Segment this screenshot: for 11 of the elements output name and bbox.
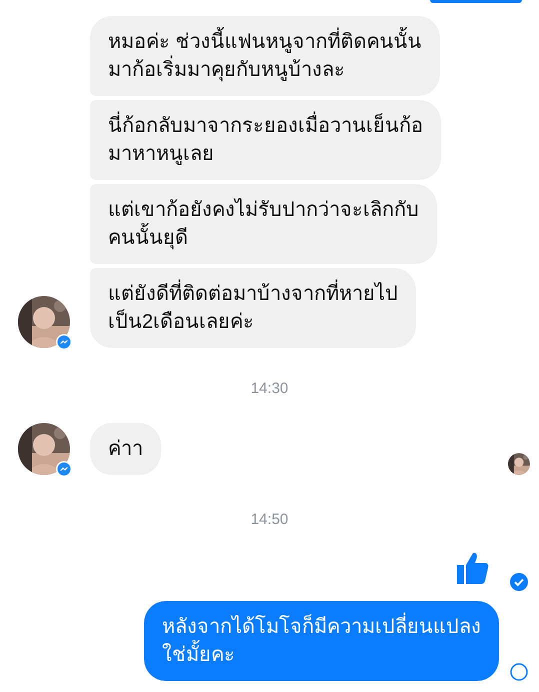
timestamp: 14:30 bbox=[250, 379, 288, 399]
message-bubble: หมอค่ะ ช่วงนี้แฟนหนูจากที่ติดคนนั้น มาก้อเริ่มมาคุยกับหนูบ้างละ bbox=[90, 16, 440, 96]
message-bubble: นี่ก้อกลับมาจากระยองเมื่อวานเย็นก้อ มาหาหนูเลย bbox=[90, 100, 441, 180]
messenger-badge-icon bbox=[56, 334, 72, 350]
message-bubble: แต่ยังดีที่ติดต่อมาบ้างจากที่หายไป เป็น2เดือนเลยค่ะ bbox=[90, 268, 416, 348]
message-bubble: แต่เขาก้อยังคงไม่รับปากว่าจะเลิกกับ คนนั้นยุดี bbox=[90, 184, 437, 264]
timestamp: 14:50 bbox=[250, 510, 288, 530]
message-bubble: หลังจากได้โมโจก็มีความเปลี่ยนแปลง ใช่มั้ยคะ bbox=[144, 601, 499, 681]
messenger-badge-icon bbox=[56, 460, 72, 476]
thumbs-up-icon bbox=[455, 551, 489, 585]
message-bubble: ค่าา bbox=[90, 422, 161, 474]
